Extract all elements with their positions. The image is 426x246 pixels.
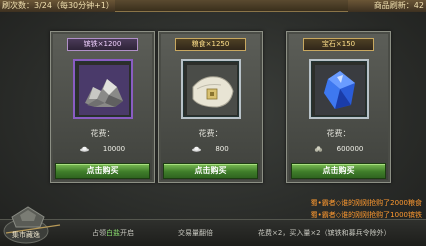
item-name: 镔铁×1200 [67, 38, 138, 51]
cost-label: 花费： [198, 129, 223, 138]
back-button[interactable]: 集市藏逸 [2, 203, 64, 245]
item-frame [73, 59, 133, 119]
purchase-log-entry: 蜀•霸者◇谁的刚刚抢购了2000粮食 [310, 199, 422, 207]
item-card-gem: 宝石×150 花费： 600000 点击购买 [286, 31, 391, 183]
item-name: 粮食×1250 [175, 38, 246, 51]
item-name: 宝石×150 [303, 38, 374, 51]
item-frame [309, 59, 369, 119]
buy-button[interactable]: 点击购买 [163, 163, 258, 179]
grain-sack-icon [187, 65, 237, 115]
hint-occupy: 占领白盐开启 [92, 228, 134, 238]
item-frame [181, 59, 241, 119]
silver-ingot-icon [79, 146, 89, 152]
buy-button[interactable]: 点击购买 [55, 163, 150, 179]
price-value: 10000 [102, 145, 126, 153]
cost-label: 花费： [90, 129, 115, 138]
price: 800 [159, 145, 262, 153]
cost-label: 花费： [326, 129, 351, 138]
hint-cost: 花费×2，买入量×2（镔铁和募兵令除外） [258, 229, 391, 237]
price: 10000 [51, 145, 154, 153]
hint-text: 占领 [92, 229, 106, 237]
hint-highlight: 白盐 [106, 229, 120, 237]
refresh-count: 刷次数：3/24（每30分钟+1） [0, 0, 115, 12]
silver-ingot-icon [192, 146, 202, 152]
blue-gem-icon [315, 65, 365, 115]
price-value: 600000 [336, 145, 364, 153]
market-screen: 刷次数：3/24（每30分钟+1） 商品刷新：42 镔铁×1200 花费： 10… [0, 0, 426, 246]
price-value: 800 [215, 145, 229, 153]
hint-text: 开启 [120, 229, 134, 237]
back-label: 集市藏逸 [12, 231, 40, 239]
coin-pile-icon [314, 146, 322, 152]
item-card-grain: 粮食×1250 花费： 800 点击购买 [158, 31, 263, 183]
price: 600000 [287, 145, 390, 153]
iron-ore-icon [79, 65, 129, 115]
buy-button[interactable]: 点击购买 [291, 163, 386, 179]
refresh-timer: 商品刷新：42 [348, 0, 426, 12]
hint-trade: 交易量翻倍 [178, 229, 213, 237]
top-bar: 刷次数：3/24（每30分钟+1） 商品刷新：42 [0, 0, 426, 12]
item-card-iron: 镔铁×1200 花费： 10000 点击购买 [50, 31, 155, 183]
